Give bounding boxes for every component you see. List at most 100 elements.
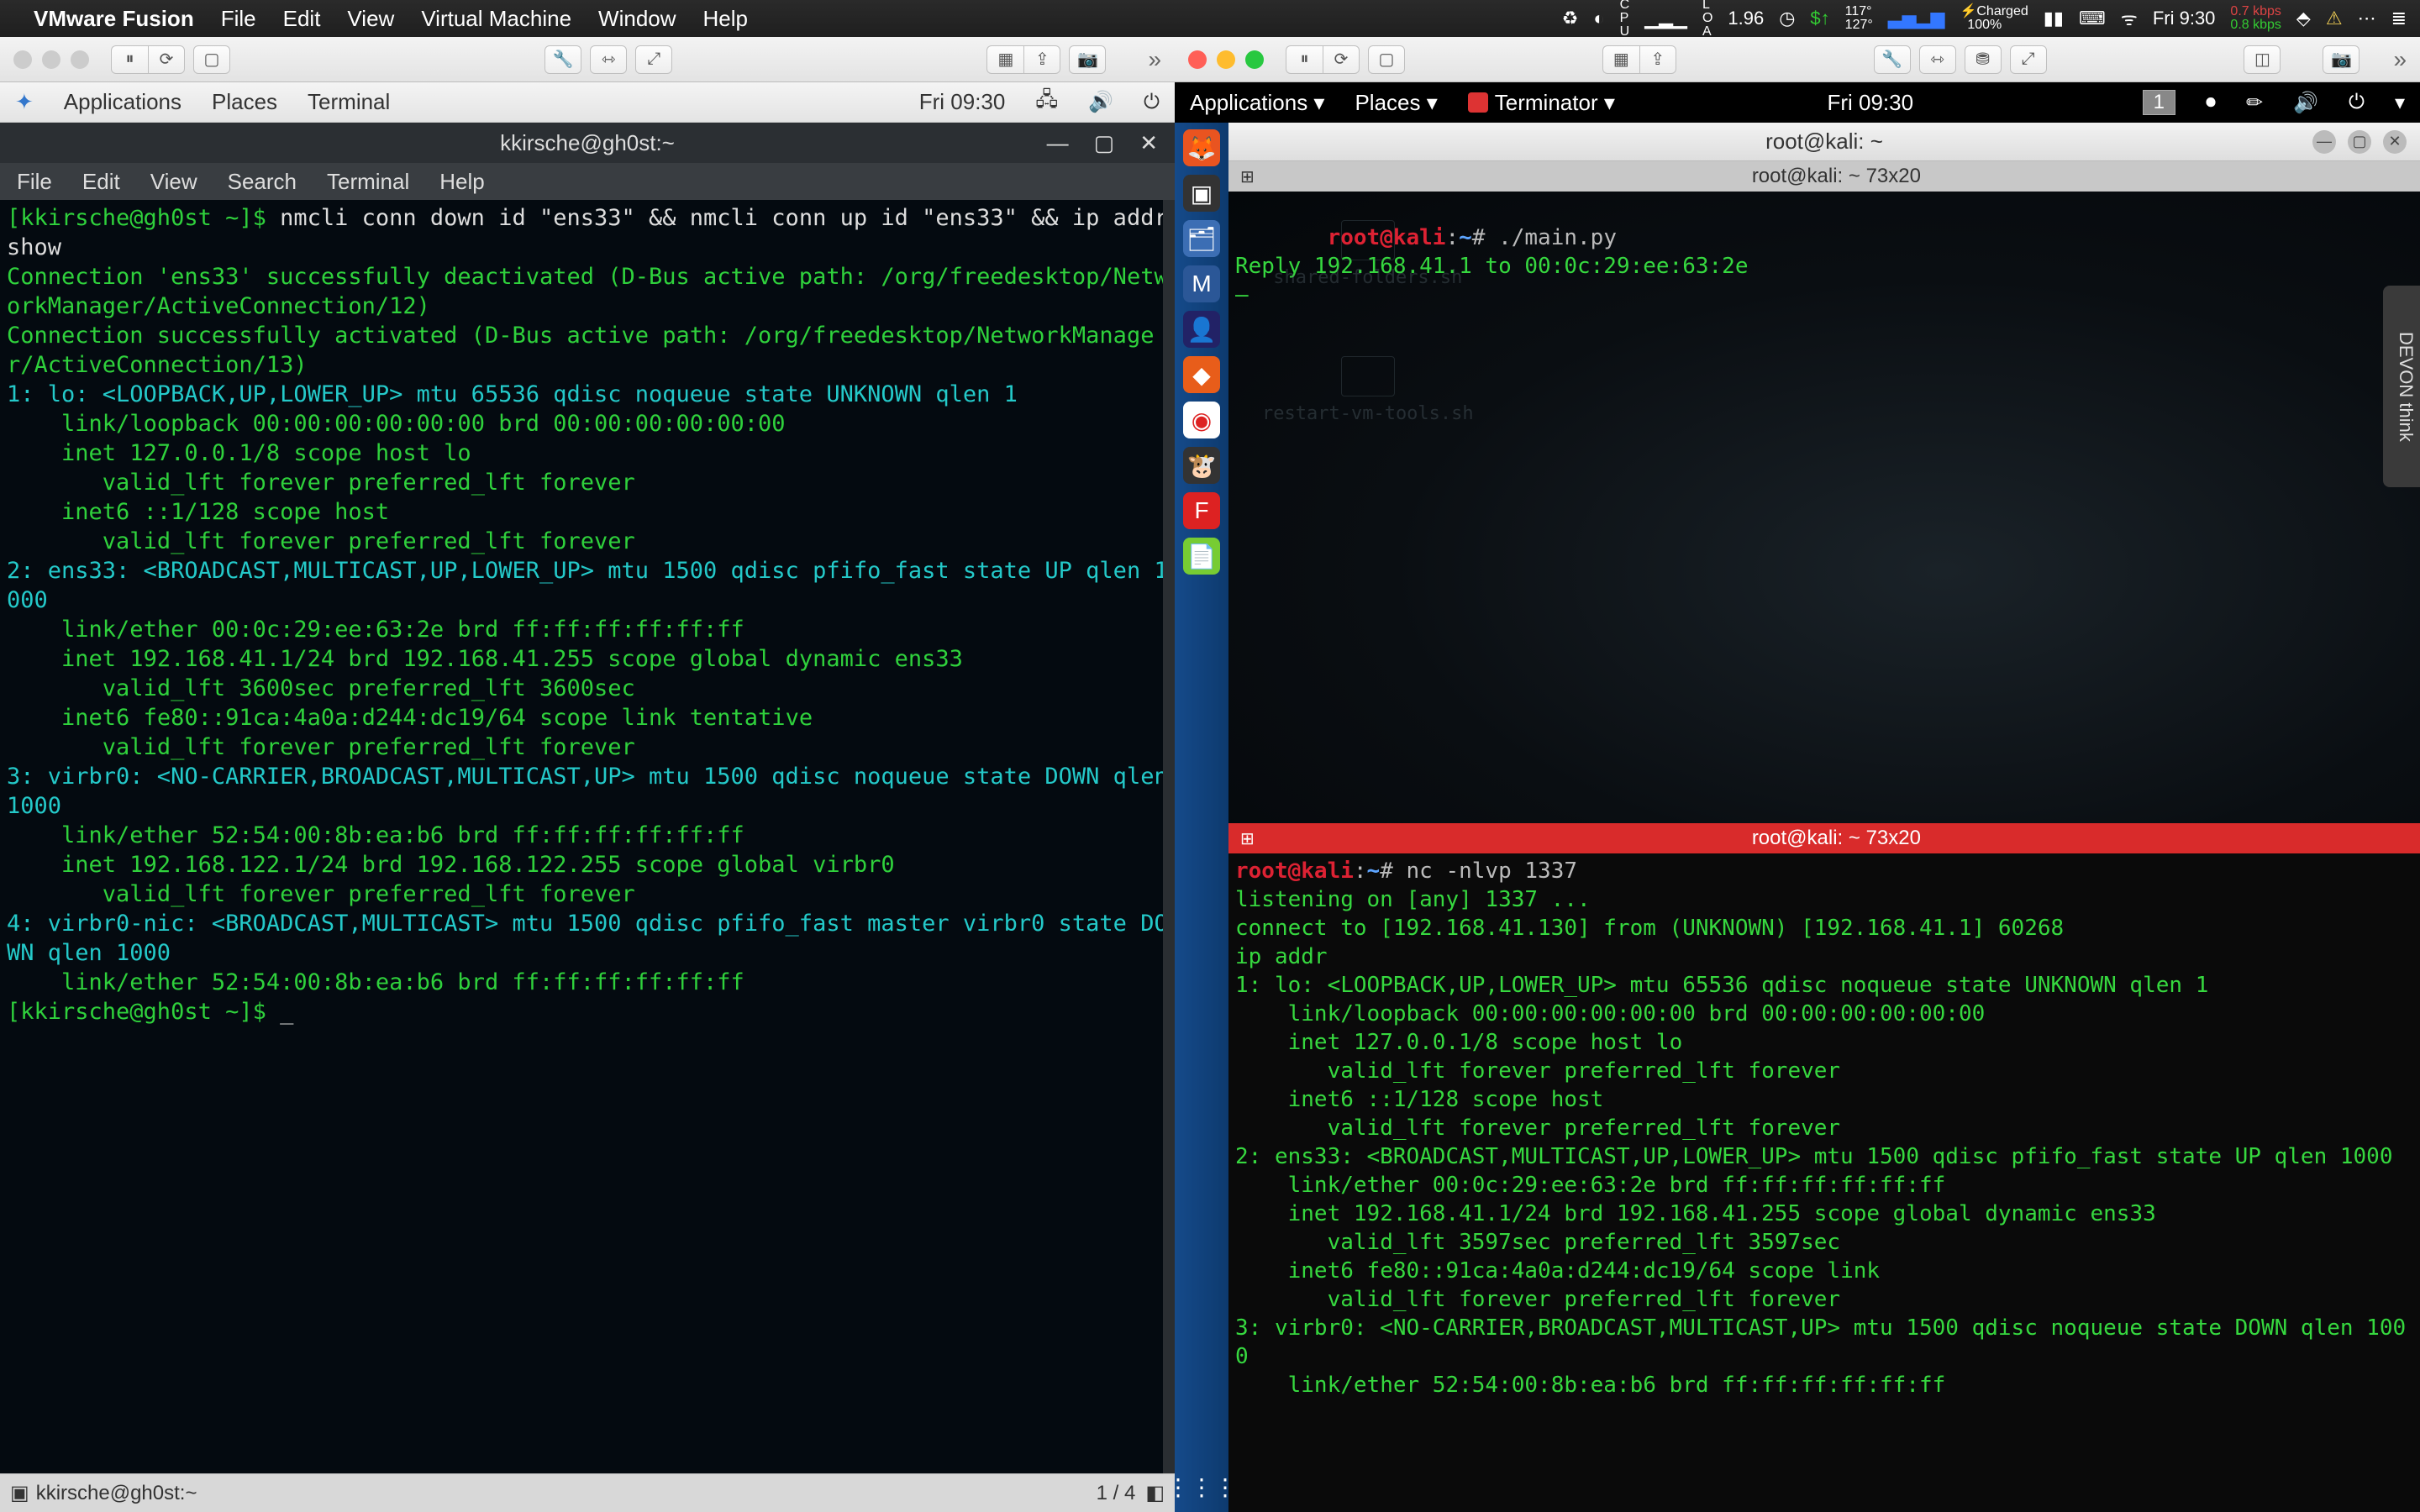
window-traffic-lights[interactable] (13, 50, 89, 69)
pause-button[interactable]: ⏸ (111, 45, 148, 74)
gnome-clock[interactable]: Fri 09:30 (919, 89, 1006, 115)
dock-faraday-icon[interactable]: F (1183, 492, 1220, 529)
close-button[interactable]: ✕ (1139, 130, 1158, 156)
recorder-icon[interactable]: ⏺ (2206, 91, 2216, 114)
dock-files-icon[interactable]: 🗂 (1183, 220, 1220, 257)
vm-toolbar-right[interactable]: ⏸⟳ ▢ ▦⇪ 🔧 ⇿ ⛃ ⤢ ◫ 📷 » (1175, 37, 2420, 82)
dock-beef-icon[interactable]: 🐮 (1183, 447, 1220, 484)
volume-icon[interactable]: 🔊 (2293, 91, 2318, 115)
pause-button[interactable]: ⏸ (1286, 45, 1323, 74)
battery-icon[interactable]: ▮▮ (2044, 8, 2064, 29)
dock-burp-icon[interactable]: ◆ (1183, 356, 1220, 393)
keyboard-icon[interactable]: ✏ (2246, 91, 2263, 115)
volume-icon[interactable]: 🔊 (1088, 90, 1113, 114)
disk-button[interactable]: ⛃ (1965, 45, 2002, 74)
term-menu-view[interactable]: View (150, 169, 197, 195)
chevron-down-icon[interactable]: ▾ (2395, 91, 2405, 115)
mac-clock[interactable]: Fri 9:30 (2153, 8, 2216, 29)
gnome-places[interactable]: Places ▾ (1355, 90, 1437, 116)
share-button[interactable]: ⇪ (1023, 45, 1060, 74)
show-desktop-icon[interactable]: ◧ (1145, 1481, 1165, 1505)
restart-button[interactable]: ⟳ (148, 45, 185, 74)
gnome-apps[interactable]: Applications (64, 89, 182, 115)
network-icon[interactable]: 🖧 (1035, 85, 1058, 119)
term-menu-help[interactable]: Help (439, 169, 484, 195)
wifi-icon[interactable]: ᯤ (2121, 6, 2138, 31)
clock-icon[interactable]: ◷ (1779, 8, 1795, 29)
gnome-clock[interactable]: Fri 09:30 (1827, 90, 1913, 116)
taskbar-terminal[interactable]: ▣kkirsche@gh0st:~ (10, 1481, 197, 1505)
dock-leafpad-icon[interactable]: 📄 (1183, 538, 1220, 575)
power-icon[interactable]: ⏻ (2349, 91, 2365, 114)
vm-toolbar-left[interactable]: ⏸⟳ ▢ 🔧 ⇿ ⤢ ▦⇪ 📷 » (0, 37, 1175, 82)
mac-appname[interactable]: VMware Fusion (34, 6, 194, 32)
dropbox-icon[interactable]: ⬘ (2296, 8, 2311, 29)
term-menu-search[interactable]: Search (228, 169, 297, 195)
pane-tab-bottom[interactable]: ⊞root@kali: ~ 73x20 (1228, 823, 2420, 853)
pane-tab-top[interactable]: ⊞root@kali: ~ 73x20 (1228, 161, 2420, 192)
share-button[interactable]: ⇪ (1639, 45, 1676, 74)
stocks-icon[interactable]: $↑ (1810, 8, 1829, 29)
resize-button[interactable]: ⇿ (590, 45, 627, 74)
mac-menu-vm[interactable]: Virtual Machine (421, 6, 571, 32)
devices-button[interactable]: ▦ (1602, 45, 1639, 74)
gnome-terminator[interactable]: Terminator ▾ (1468, 90, 1615, 116)
unity-button[interactable]: ◫ (2244, 45, 2281, 74)
camera-button[interactable]: 📷 (2323, 45, 2360, 74)
dock-firefox-icon[interactable]: 🦊 (1183, 129, 1220, 166)
menubar-icon[interactable]: ♻ (1562, 8, 1579, 29)
kali-dock[interactable]: 🦊 ▣ 🗂 M 👤 ◆ ◉ 🐮 F 📄 ⋮⋮⋮ (1175, 123, 1228, 1512)
terminal-titlebar[interactable]: kkirsche@gh0st:~ — ▢ ✕ (0, 123, 1175, 163)
taskbar[interactable]: ▣kkirsche@gh0st:~ 1 / 4 ◧ (0, 1473, 1175, 1512)
terminal-menubar[interactable]: File Edit View Search Terminal Help (0, 163, 1175, 200)
term-menu-terminal[interactable]: Terminal (327, 169, 409, 195)
camera-button[interactable]: 📷 (1069, 45, 1106, 74)
dock-terminal-icon[interactable]: ▣ (1183, 175, 1220, 212)
resize-button[interactable]: ⇿ (1919, 45, 1956, 74)
battery-charged[interactable]: ⚡Charged 100% (1960, 5, 2028, 32)
more-icon[interactable]: ⋯ (2358, 8, 2376, 29)
gnome-apps[interactable]: Applications ▾ (1190, 90, 1324, 116)
minimize-button[interactable]: — (2312, 130, 2336, 154)
mac-menu-view[interactable]: View (347, 6, 394, 32)
terminator-titlebar[interactable]: root@kali: ~ — ▢ ✕ (1228, 123, 2420, 161)
overflow-icon[interactable]: » (2393, 46, 2407, 73)
mac-status-tray[interactable]: ♻ ◐ CPU ▁▂▁ LOA 1.96 ◷ $↑ 117°127° ▃▅▂▆ … (1562, 0, 2407, 39)
workspace-badge[interactable]: 1 (2143, 90, 2175, 115)
mac-menu-file[interactable]: File (221, 6, 256, 32)
mac-menu-help[interactable]: Help (703, 6, 748, 32)
maximize-button[interactable]: ▢ (2348, 130, 2371, 154)
settings-button[interactable]: 🔧 (1874, 45, 1911, 74)
gnome-app[interactable]: Terminal (308, 89, 390, 115)
warning-icon[interactable]: ⚠ (2326, 8, 2343, 29)
workspace-indicator[interactable]: 1 / 4 (1097, 1482, 1136, 1505)
restart-button[interactable]: ⟳ (1323, 45, 1360, 74)
devices-button[interactable]: ▦ (986, 45, 1023, 74)
close-button[interactable]: ✕ (2383, 130, 2407, 154)
dock-metasploit-icon[interactable]: M (1183, 265, 1220, 302)
gnome-bar-left[interactable]: ✦ Applications Places Terminal Fri 09:30… (0, 82, 1175, 123)
term-menu-edit[interactable]: Edit (82, 169, 120, 195)
snapshot-button[interactable]: ▢ (193, 45, 230, 74)
terminal-pane-bottom[interactable]: root@kali:~# nc -nlvp 1337 listening on … (1228, 853, 2420, 1512)
dock-armitage-icon[interactable]: 👤 (1183, 311, 1220, 348)
power-icon[interactable]: ⏻ (1144, 91, 1160, 114)
snapshot-button[interactable]: ▢ (1368, 45, 1405, 74)
overflow-icon[interactable]: » (1148, 46, 1161, 73)
keyboard-icon[interactable]: ⌨ (2079, 8, 2106, 29)
mac-menu-edit[interactable]: Edit (283, 6, 321, 32)
dock-maltego-icon[interactable]: ◉ (1183, 402, 1220, 438)
menubar-icon[interactable]: ◐ (1593, 8, 1604, 29)
menu-icon[interactable]: ≣ (2391, 8, 2407, 29)
settings-button[interactable]: 🔧 (544, 45, 581, 74)
minimize-button[interactable]: — (1047, 130, 1069, 156)
gnome-bar-right[interactable]: Applications ▾ Places ▾ Terminator ▾ Fri… (1175, 82, 2420, 123)
terminal-pane-top[interactable]: shared-folders.sh restart-vm-tools.sh ro… (1228, 192, 2420, 823)
devonthink-tab[interactable]: DEVON think (2383, 286, 2420, 487)
term-menu-file[interactable]: File (17, 169, 52, 195)
activities-icon[interactable]: ✦ (15, 89, 34, 115)
window-traffic-lights[interactable] (1188, 50, 1264, 69)
mac-menubar[interactable]: VMware Fusion File Edit View Virtual Mac… (0, 0, 2420, 37)
mac-menu-window[interactable]: Window (598, 6, 676, 32)
terminal-output[interactable]: [kkirsche@gh0st ~]$ nmcli conn down id "… (0, 200, 1175, 1473)
